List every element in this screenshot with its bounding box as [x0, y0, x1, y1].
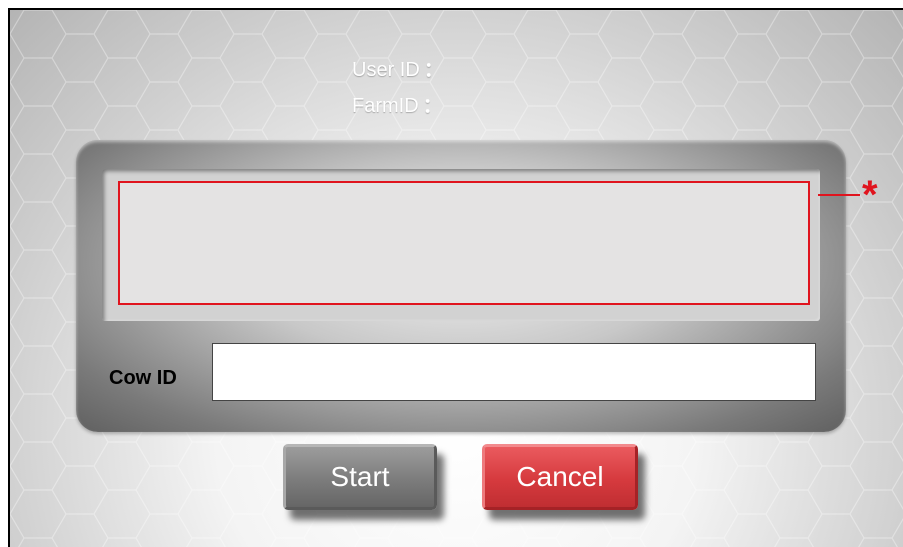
start-button-label: Start: [330, 461, 390, 492]
farm-id-line: FarmID：: [352, 89, 443, 118]
required-marker-line: [818, 194, 860, 196]
main-panel: Cow ID: [76, 140, 846, 432]
farm-id-label: FarmID: [352, 95, 419, 117]
cancel-button[interactable]: Cancel: [482, 444, 638, 510]
cancel-button-label: Cancel: [516, 461, 604, 492]
farm-id-separator: ：: [422, 95, 443, 117]
cow-id-label: Cow ID: [109, 367, 177, 389]
user-id-line: User ID：: [352, 53, 444, 82]
cow-id-input[interactable]: [212, 343, 816, 401]
display-area: [102, 169, 820, 321]
start-button[interactable]: Start: [283, 444, 437, 510]
form-screen: User ID： FarmID： Cow ID * Start Cancel: [8, 8, 903, 547]
highlighted-display-region: [118, 181, 810, 305]
user-id-label: User ID: [352, 59, 420, 81]
user-id-separator: ：: [423, 59, 444, 81]
required-asterisk: *: [862, 173, 878, 217]
